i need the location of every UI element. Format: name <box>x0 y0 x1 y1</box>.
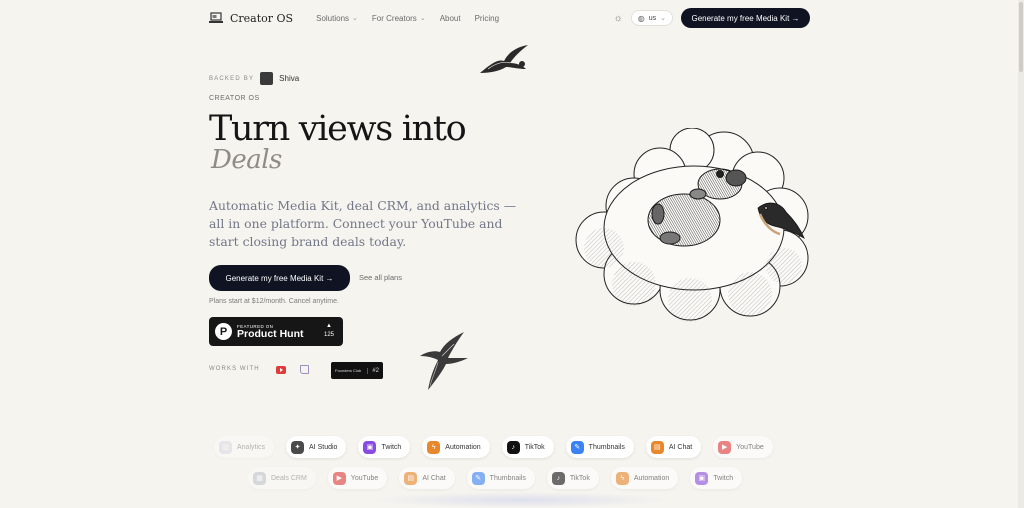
language-select[interactable]: ◍ us ⌄ <box>630 10 673 26</box>
product-hunt-badge[interactable]: P FEATURED ON Product Hunt ▲ 125 <box>209 317 343 346</box>
chip-label: Thumbnails <box>588 443 625 451</box>
hero-lead: Automatic Media Kit, deal CRM, and analy… <box>209 198 517 249</box>
chip-label: Twitch <box>713 474 734 482</box>
chevron-down-icon: ⌄ <box>352 15 358 22</box>
language-value: us <box>648 14 657 22</box>
backer-name: Shiva <box>279 74 300 83</box>
twitch-icon: ▣ <box>363 440 377 454</box>
upvote-count: ▲ 125 <box>324 322 334 340</box>
chip-label: TikTok <box>524 443 545 451</box>
chip-tiktok[interactable]: ♪ TikTok <box>546 467 599 489</box>
upvote-number: 125 <box>323 332 334 338</box>
youtube-icon <box>276 366 286 374</box>
chip-label: YouTube <box>736 443 764 451</box>
capybara-cloud-illustration <box>575 128 809 322</box>
founders-club-label: Founders Club <box>335 368 362 373</box>
pricing-note: Plans start at $12/month. Cancel anytime… <box>209 298 339 305</box>
chip-twitch[interactable]: ▣ Twitch <box>690 467 743 489</box>
brush-icon: ✎ <box>570 440 584 454</box>
chat-icon: ▤ <box>404 471 418 485</box>
chip-automation[interactable]: ϟ Automation <box>422 436 490 458</box>
ai-studio-icon: ✦ <box>291 440 305 454</box>
backed-by-label: BACKED BY <box>209 75 255 82</box>
chip-label: Twitch <box>381 443 402 451</box>
swallow-illustration <box>420 332 468 390</box>
brand-logo[interactable]: Creator OS <box>209 12 293 25</box>
youtube-icon: ▶ <box>332 471 346 485</box>
bolt-icon: ϟ <box>427 440 441 454</box>
backer-logo-icon <box>260 72 274 85</box>
feature-chips-row-1: ▥ Analytics ✦ AI Studio ▣ Twitch ϟ Autom… <box>214 436 773 458</box>
feature-chips-row-2: ▦ Deals CRM ▶ YouTube ▤ AI Chat ✎ Thumbn… <box>208 467 743 489</box>
menu-for-creators-label: For Creators <box>371 13 417 23</box>
founders-club-badge[interactable]: Founders Club #2 <box>331 362 383 379</box>
nav-actions: ☼ ◍ us ⌄ Generate my free Media Kit → <box>614 8 810 28</box>
crm-icon: ▦ <box>253 471 266 485</box>
bolt-icon: ϟ <box>615 471 629 485</box>
theme-toggle-sun-icon[interactable]: ☼ <box>614 13 623 24</box>
scrollbar-thumb[interactable] <box>1019 2 1023 72</box>
page-scrollbar[interactable] <box>1018 0 1024 508</box>
chip-label: AI Chat <box>668 443 693 451</box>
chip-youtube[interactable]: ▶ YouTube <box>327 467 388 489</box>
chip-label: AI Chat <box>422 474 446 482</box>
chevron-down-icon: ⌄ <box>419 15 426 22</box>
chip-label: Automation <box>445 443 481 451</box>
product-hunt-p-icon: P <box>215 323 232 340</box>
menu-solutions[interactable]: Solutions ⌄ <box>316 14 358 23</box>
twitch-icon: ▣ <box>695 471 709 485</box>
brand-name: Creator OS <box>230 11 294 25</box>
chip-label: AI Studio <box>309 443 338 451</box>
chip-thumbnails[interactable]: ✎ Thumbnails <box>565 436 634 458</box>
menu-about[interactable]: About <box>440 14 461 23</box>
menu-solutions-label: Solutions <box>316 13 350 23</box>
chip-ai-chat[interactable]: ▤ AI Chat <box>645 436 702 458</box>
product-hunt-text: FEATURED ON Product Hunt <box>237 324 304 340</box>
chip-thumbnails[interactable]: ✎ Thumbnails <box>466 467 535 489</box>
founders-club-rank: #2 <box>367 367 379 374</box>
laptop-logo-icon <box>209 12 223 23</box>
hero-headline: Turn views into <box>209 109 467 149</box>
chip-label: Analytics <box>237 443 266 451</box>
upvote-triangle-icon: ▲ <box>326 323 332 329</box>
chip-ai-chat[interactable]: ▤ AI Chat <box>399 467 455 489</box>
see-all-plans-link[interactable]: See all plans <box>359 273 402 282</box>
hero-generate-media-kit-button[interactable]: Generate my free Media Kit → <box>209 265 350 291</box>
chip-deals-crm[interactable]: ▦ Deals CRM <box>248 467 316 489</box>
backed-by: BACKED BY Shiva <box>209 72 299 85</box>
analytics-icon: ▥ <box>219 440 232 454</box>
menu-for-creators[interactable]: For Creators ⌄ <box>372 14 426 23</box>
chip-youtube[interactable]: ▶ YouTube <box>713 436 773 458</box>
chip-analytics[interactable]: ▥ Analytics <box>214 436 275 458</box>
nav-generate-media-kit-button[interactable]: Generate my free Media Kit → <box>681 8 810 28</box>
brush-icon: ✎ <box>471 471 485 485</box>
chip-ai-studio[interactable]: ✦ AI Studio <box>286 436 347 458</box>
hero-eyebrow: CREATOR OS <box>209 95 260 102</box>
chevron-down-icon: ⌄ <box>660 15 666 22</box>
chip-tiktok[interactable]: ♪ TikTok <box>501 436 554 458</box>
youtube-icon: ▶ <box>718 440 732 454</box>
chip-label: Automation <box>633 474 670 482</box>
main-menu: Solutions ⌄ For Creators ⌄ About Pricing <box>316 14 499 23</box>
twitch-icon <box>300 365 309 374</box>
chip-automation[interactable]: ϟ Automation <box>610 467 679 489</box>
chip-twitch[interactable]: ▣ Twitch <box>358 436 411 458</box>
product-hunt-name: Product Hunt <box>237 327 304 340</box>
globe-icon: ◍ <box>637 13 645 23</box>
bottom-glow <box>370 492 670 508</box>
swallow-illustration <box>480 45 528 73</box>
tiktok-icon: ♪ <box>551 471 565 485</box>
works-with-label: WORKS WITH <box>209 366 260 372</box>
top-nav: Creator OS Solutions ⌄ For Creators ⌄ Abou… <box>209 7 810 29</box>
hero-headline-italic: Deals <box>211 145 282 175</box>
menu-pricing[interactable]: Pricing <box>475 14 499 23</box>
chip-label: YouTube <box>350 474 379 482</box>
chat-icon: ▤ <box>650 440 664 454</box>
chip-label: Thumbnails <box>489 474 526 482</box>
tiktok-icon: ♪ <box>506 440 520 454</box>
chip-label: TikTok <box>569 474 590 482</box>
chip-label: Deals CRM <box>271 474 307 482</box>
